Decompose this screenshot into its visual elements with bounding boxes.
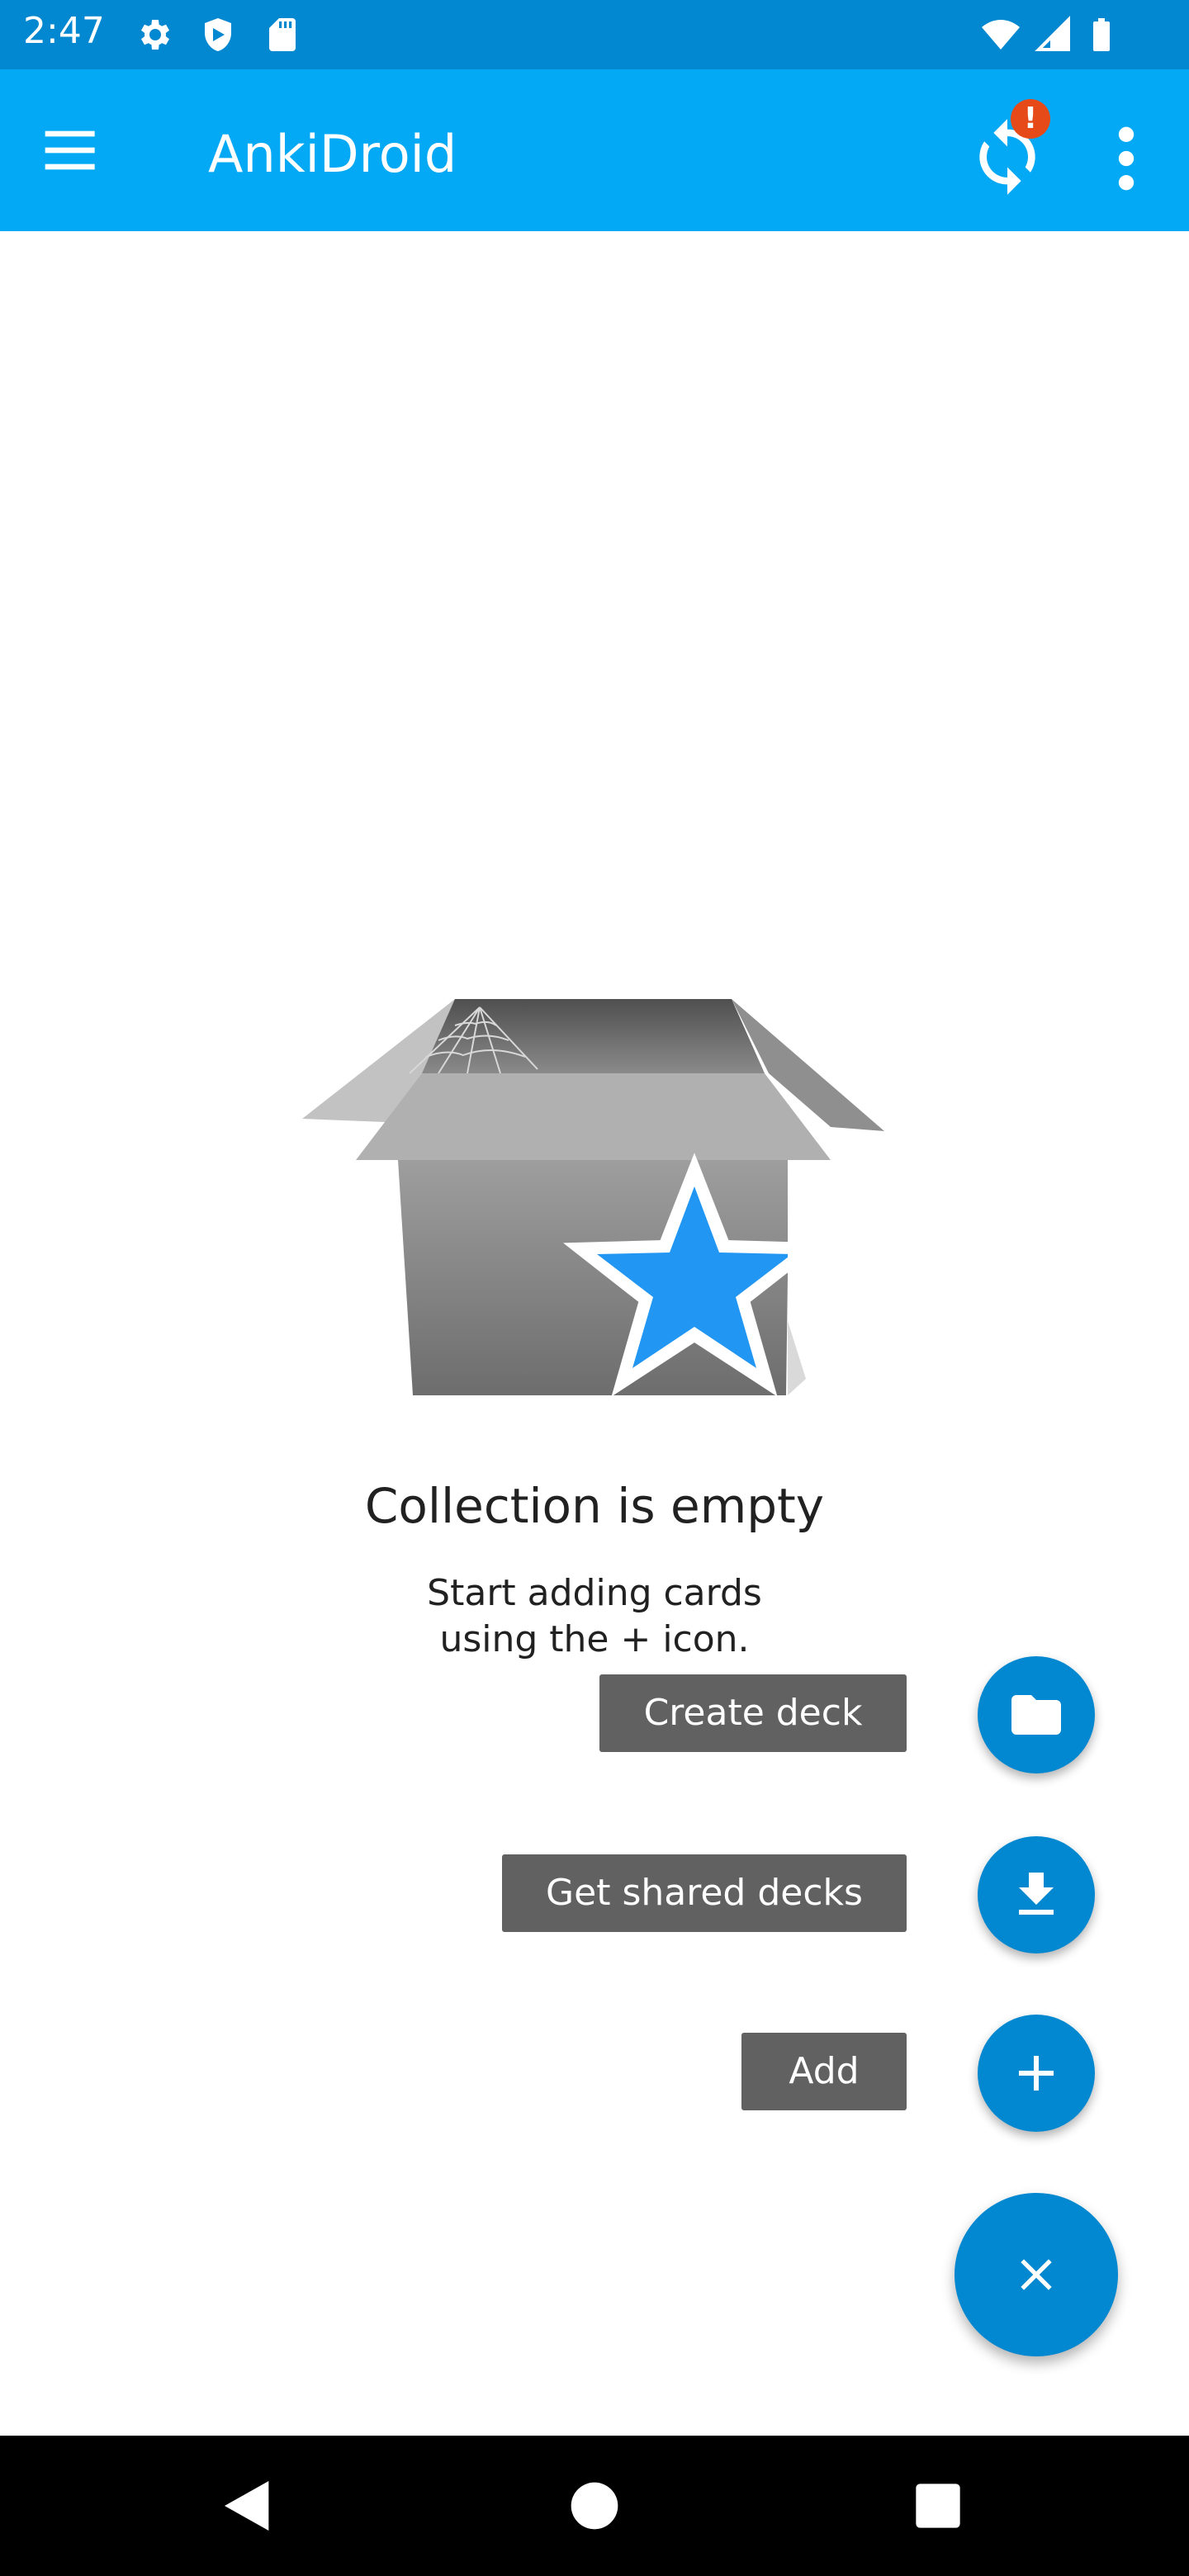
plus-icon xyxy=(1019,2056,1054,2091)
gear-icon xyxy=(141,20,169,50)
status-time: 2:47 xyxy=(23,10,105,52)
app-bar: AnkiDroid ! xyxy=(0,69,1189,231)
sd-card-icon xyxy=(269,18,296,51)
fab-close-button[interactable] xyxy=(955,2193,1118,2356)
overflow-menu-icon[interactable] xyxy=(1103,117,1149,200)
empty-box-illustration xyxy=(302,999,888,1412)
add-note-button[interactable] xyxy=(978,2015,1095,2132)
home-icon[interactable] xyxy=(561,2473,628,2539)
system-navigation-bar xyxy=(0,2436,1189,2576)
shield-icon xyxy=(205,18,231,51)
wifi-icon xyxy=(982,20,1020,50)
download-icon xyxy=(1019,1873,1054,1915)
sync-warning-badge: ! xyxy=(1011,99,1050,139)
app-title: AnkiDroid xyxy=(208,124,457,184)
status-bar: 2:47 xyxy=(0,0,1189,69)
empty-collection-title: Collection is empty xyxy=(364,1478,825,1534)
create-deck-label[interactable]: Create deck xyxy=(599,1674,907,1752)
get-shared-decks-button[interactable] xyxy=(978,1836,1095,1953)
get-shared-decks-label[interactable]: Get shared decks xyxy=(502,1854,907,1932)
add-note-label[interactable]: Add xyxy=(741,2033,907,2110)
recents-icon[interactable] xyxy=(905,2473,971,2539)
close-icon xyxy=(1021,2259,1052,2290)
signal-icon xyxy=(1035,16,1070,51)
hamburger-menu-icon[interactable] xyxy=(40,117,106,183)
back-icon[interactable] xyxy=(216,2473,282,2539)
folder-icon xyxy=(1011,1695,1061,1735)
empty-collection-description: Start adding cards using the + icon. xyxy=(427,1572,762,1660)
battery-icon xyxy=(1093,18,1110,51)
create-deck-button[interactable] xyxy=(978,1656,1095,1773)
